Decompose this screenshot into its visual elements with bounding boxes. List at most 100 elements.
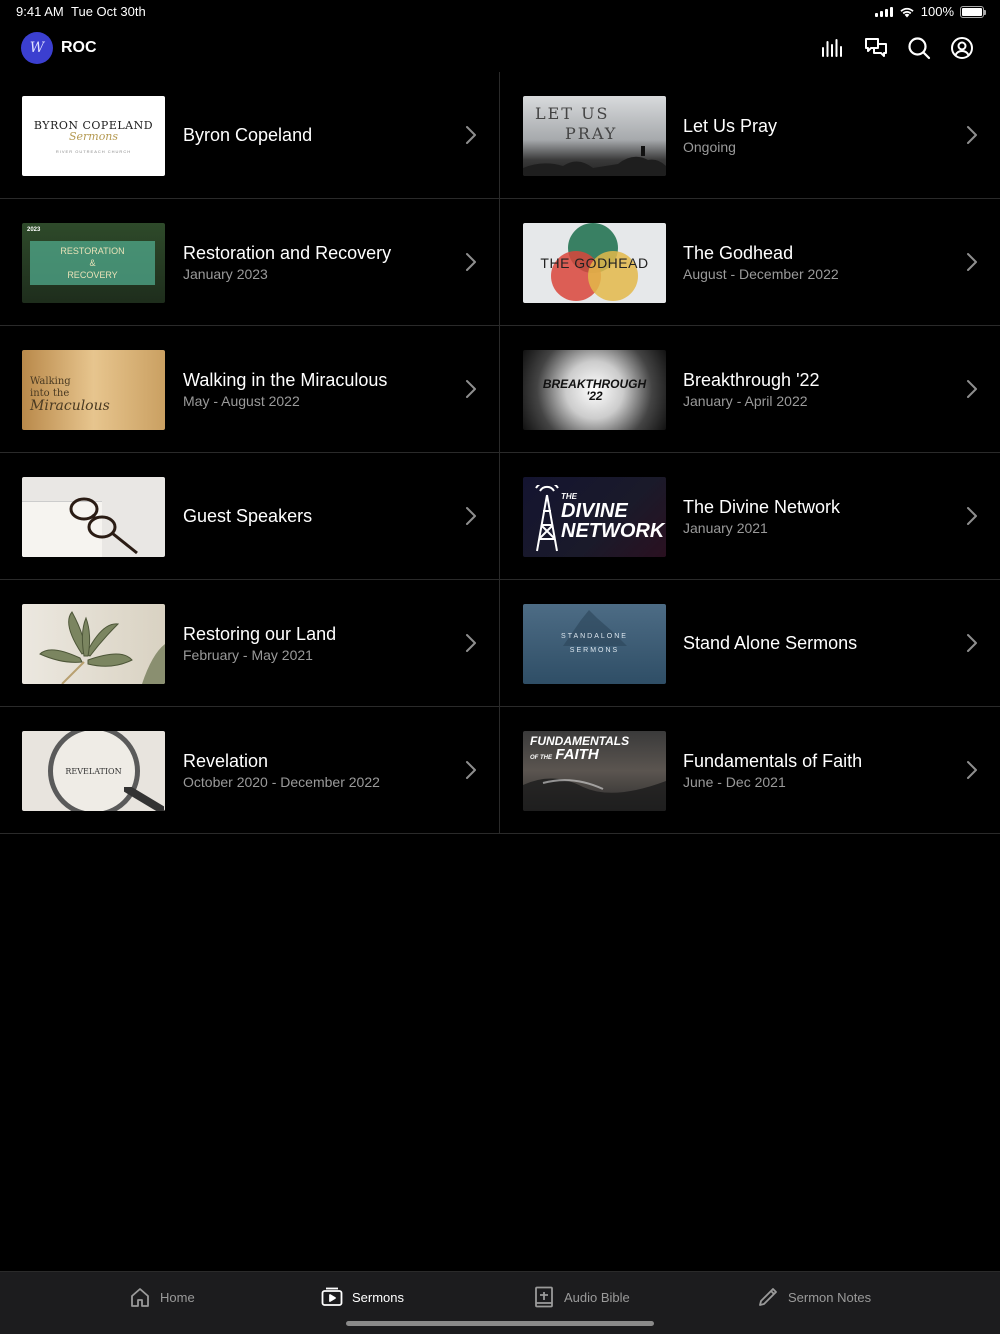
series-thumbnail: FUNDAMENTALS OF THE FAITH [523,731,666,811]
bible-icon [535,1286,553,1308]
status-bar: 9:41 AM Tue Oct 30th 100% [0,0,1000,24]
thumb-text: RECOVERY [67,270,118,280]
series-card-the-godhead[interactable]: THE GODHEAD The Godhead August - Decembe… [500,199,1000,325]
series-dates: October 2020 - December 2022 [183,773,380,790]
thumb-text: '22 [586,389,603,403]
chevron-right-icon [466,634,476,652]
thumb-text: REVELATION [65,766,122,776]
thumb-text: OF THE [530,755,552,761]
grid-row: Guest Speakers THE DIVINE NETWORK The Divi… [0,453,1000,580]
succulent-illustration [39,611,165,684]
series-thumbnail: THE DIVINE NETWORK [523,477,666,557]
tab-home[interactable]: Home [129,1284,195,1310]
series-card-fundamentals-of-faith[interactable]: FUNDAMENTALS OF THE FAITH Fundamentals of… [500,707,1000,833]
series-title: Restoring our Land [183,623,337,644]
chevron-right-icon [967,253,977,271]
series-card-revelation[interactable]: REVELATION Revelation October 2020 - Dec… [0,707,500,833]
series-thumbnail: Walking into the Miraculous [22,350,165,430]
house-icon [131,1288,149,1307]
series-dates: January 2023 [183,265,268,282]
thumb-text: STANDALONE [561,633,628,640]
series-title: Fundamentals of Faith [683,750,863,771]
tab-label: Home [160,1289,195,1305]
account-icon[interactable] [950,36,974,60]
series-title: Stand Alone Sermons [683,633,858,653]
chevron-right-icon [967,507,977,525]
cellular-signal-icon [874,6,893,17]
series-card-guest-speakers[interactable]: Guest Speakers [0,453,500,579]
series-card-stand-alone-sermons[interactable]: STANDALONE SERMONS Stand Alone Sermons [500,580,1000,706]
series-card-walking-in-the-miraculous[interactable]: Walking into the Miraculous Walking in the… [0,326,500,452]
thumb-text: Sermons [68,129,119,143]
thumb-text: THE GODHEAD [540,255,649,271]
series-card-byron-copeland[interactable]: BYRON COPELAND Sermons RIVER OUTREACH CH… [0,72,500,198]
thumb-text: Walking [30,376,71,387]
app-header: W ROC [0,24,1000,72]
chevron-right-icon [466,126,476,144]
chevron-right-icon [466,761,476,779]
thumb-text: FAITH [555,746,599,763]
chevron-right-icon [967,761,977,779]
chevron-right-icon [466,253,476,271]
series-card-restoration-and-recovery[interactable]: 2023 RESTORATION & RECOVERY Restoration an… [0,199,500,325]
header-actions [821,36,974,60]
tab-audio-bible[interactable]: Audio Bible [533,1284,630,1310]
status-date: Tue Oct 30th [71,4,146,19]
equalizer-icon[interactable] [821,36,845,60]
series-card-let-us-pray[interactable]: LET US PRAY Let Us Pray Ongoing [500,72,1000,198]
radio-tower-illustration [535,485,559,552]
series-dates: January - April 2022 [683,392,808,409]
series-thumbnail [22,477,165,557]
series-card-the-divine-network[interactable]: THE DIVINE NETWORK The Divine Network Janu… [500,453,1000,579]
rock-silhouette [523,146,666,176]
series-card-breakthrough-22[interactable]: BREAKTHROUGH '22 Breakthrough '22 January… [500,326,1000,452]
battery-percent: 100% [920,4,954,19]
thumb-text: Miraculous [30,398,110,414]
series-thumbnail [22,604,165,684]
sermon-series-grid: BYRON COPELAND Sermons RIVER OUTREACH CH… [0,72,1000,834]
grid-row: Walking into the Miraculous Walking in the… [0,326,1000,453]
series-title: Restoration and Recovery [183,242,392,263]
tab-sermon-notes[interactable]: Sermon Notes [757,1284,871,1310]
status-time: 9:41 AM [16,4,64,19]
series-thumbnail: BREAKTHROUGH '22 [523,350,666,430]
series-title: Guest Speakers [183,506,313,526]
series-thumbnail: BYRON COPELAND Sermons RIVER OUTREACH CH… [22,96,165,176]
chevron-right-icon [466,380,476,398]
thumb-text: SERMONS [569,647,620,654]
play-window-icon [321,1287,343,1306]
church-logo[interactable]: W [21,32,53,64]
grid-row: REVELATION Revelation October 2020 - Dec… [0,707,1000,834]
series-dates: August - December 2022 [683,265,839,282]
thumb-text: 2023 [27,227,41,233]
battery-icon [960,5,986,18]
series-thumbnail: STANDALONE SERMONS [523,604,666,684]
series-title: The Divine Network [683,496,841,517]
thumb-text: RESTORATION [60,246,125,256]
chevron-right-icon [967,380,977,398]
series-title: Let Us Pray [683,115,778,136]
glasses-illustration [69,497,138,555]
home-indicator[interactable] [346,1321,654,1326]
tab-label: Audio Bible [564,1289,630,1305]
series-thumbnail: REVELATION [22,731,165,811]
thumb-text: NETWORK [561,520,665,542]
series-thumbnail: THE GODHEAD [523,223,666,303]
series-card-restoring-our-land[interactable]: Restoring our Land February - May 2021 [0,580,500,706]
logo-monogram: W [29,40,45,56]
tab-sermons[interactable]: Sermons [321,1284,404,1310]
series-title: The Godhead [683,242,794,263]
search-icon[interactable] [907,36,931,60]
thumb-text: PRAY [565,124,618,143]
series-dates: Ongoing [683,138,736,155]
series-thumbnail: LET US PRAY [523,96,666,176]
chevron-right-icon [967,634,977,652]
series-title: Revelation [183,750,269,771]
chevron-right-icon [466,507,476,525]
series-title: Breakthrough '22 [683,369,820,390]
series-dates: May - August 2022 [183,392,300,409]
chat-icon[interactable] [864,36,888,60]
grid-row: BYRON COPELAND Sermons RIVER OUTREACH CH… [0,72,1000,199]
status-indicators: 100% [874,4,986,19]
magnifier-handle [124,787,164,811]
